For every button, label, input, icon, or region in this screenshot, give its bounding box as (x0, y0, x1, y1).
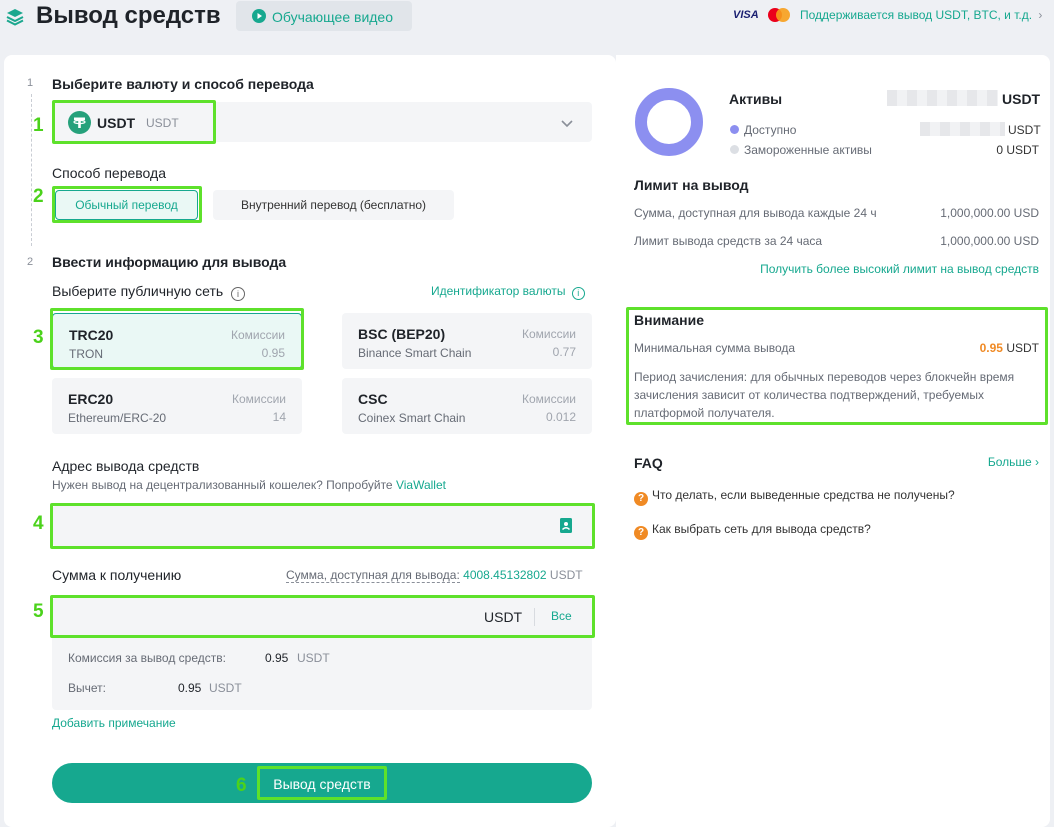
limits-title: Лимит на вывод (634, 177, 749, 193)
step-connector-line (31, 94, 32, 246)
chevron-right-icon: › (1035, 455, 1039, 469)
highlight-currency (52, 100, 216, 144)
available-dot (730, 125, 739, 134)
network-sub: Coinex Smart Chain (358, 411, 466, 425)
question-icon: ? (634, 526, 648, 540)
info-icon: i (231, 287, 246, 301)
annotation-2: 2 (33, 186, 44, 207)
network-name: ERC20 (68, 391, 114, 407)
network-option-erc20[interactable]: ERC20 Ethereum/ERC-20 Комиссии 14 (52, 378, 302, 434)
visa-icon: VISA (733, 9, 759, 21)
network-fee-value: 14 (272, 410, 286, 424)
highlight-normal-transfer (52, 186, 202, 223)
logo-icon (6, 8, 24, 26)
limit-row-2-value: 1,000,000.00 USD (940, 234, 1039, 248)
add-note-link[interactable]: Добавить примечание (52, 716, 176, 730)
highlight-amount (50, 595, 595, 638)
available-balance: Сумма, доступная для вывода: 4008.451328… (286, 568, 583, 583)
annotation-1: 1 (33, 115, 44, 136)
mastercard-icon (766, 7, 792, 23)
chevron-down-icon (560, 116, 574, 134)
question-icon: ? (634, 492, 648, 506)
fee-summary: Комиссия за вывод средств: 0.95 USDT Выч… (52, 638, 592, 710)
supported-currencies-text: Поддерживается вывод USDT, BTC, и т.д. (800, 8, 1033, 22)
currency-id-text: Идентификатор валюты (431, 284, 566, 298)
deduction-value: 0.95 (178, 681, 202, 695)
fee-value: 0.95 (265, 651, 289, 665)
address-label: Адрес вывода средств (52, 458, 200, 474)
limit-row-2-label: Лимит вывода средств за 24 часа (634, 234, 823, 248)
supported-currencies-link[interactable]: Поддерживается вывод USDT, BTC, и т.д. › (800, 8, 1042, 22)
assets-unit: USDT (1002, 91, 1041, 107)
raise-limit-link[interactable]: Получить более высокий лимит на вывод ср… (700, 262, 1039, 276)
assets-donut (634, 87, 704, 157)
play-icon (252, 9, 266, 23)
network-name: BSC (BEP20) (358, 326, 446, 342)
step-1-title: Выберите валюту и способ перевода (52, 76, 314, 92)
network-label: Выберите публичную сеть i (52, 283, 246, 301)
viawallet-link[interactable]: ViaWallet (396, 478, 446, 492)
assets-total-value (887, 90, 998, 106)
faq-question-1: Что делать, если выведенные средства не … (652, 488, 955, 502)
faq-question-2: Как выбрать сеть для вывода средств? (652, 522, 871, 536)
internal-transfer-label: Внутренний перевод (бесплатно) (240, 198, 427, 212)
tutorial-video-label: Обучающее видео (272, 9, 394, 25)
available-value[interactable]: 4008.45132802 (463, 568, 546, 582)
assets-available-value (920, 122, 1005, 136)
deduction-unit: USDT (209, 681, 242, 695)
transfer-method-label: Способ перевода (52, 165, 166, 181)
network-name: CSC (358, 391, 388, 407)
highlight-notice (626, 307, 1048, 425)
assets-available-unit: USDT (1008, 123, 1041, 137)
frozen-dot (730, 145, 739, 154)
chevron-right-icon: › (1038, 8, 1043, 22)
step-1-number: 1 (27, 77, 34, 89)
faq-item-1[interactable]: ? Что делать, если выведенные средства не… (634, 488, 955, 506)
internal-transfer-button[interactable]: Внутренний перевод (бесплатно) (213, 190, 454, 220)
available-label: Сумма, доступная для вывода: (286, 568, 460, 583)
step-2-number: 2 (27, 256, 34, 268)
faq-more-text: Больше (987, 455, 1032, 469)
page-title: Вывод средств (36, 2, 221, 29)
annotation-5: 5 (33, 601, 44, 622)
info-card (616, 55, 1050, 827)
step-2-title: Ввести информацию для вывода (52, 254, 287, 270)
network-label-text: Выберите публичную сеть (52, 283, 224, 299)
network-option-bsc[interactable]: BSC (BEP20) Binance Smart Chain Комиссии… (342, 313, 592, 369)
network-fee-label: Комиссии (231, 392, 286, 406)
faq-more-link[interactable]: Больше › (980, 455, 1039, 469)
annotation-6: 6 (236, 775, 247, 796)
highlight-submit (257, 766, 387, 800)
amount-label: Сумма к получению (52, 567, 182, 583)
limit-row-1-label: Сумма, доступная для вывода каждые 24 ч (634, 206, 877, 220)
network-fee-label: Комиссии (521, 327, 576, 341)
fee-unit: USDT (297, 651, 330, 665)
network-sub: Binance Smart Chain (358, 346, 472, 360)
network-fee-value: 0.012 (545, 410, 576, 424)
highlight-trc20 (50, 308, 304, 370)
assets-available-label: Доступно (744, 123, 797, 137)
assets-frozen-value: 0 USDT (996, 143, 1039, 157)
faq-item-2[interactable]: ? Как выбрать сеть для вывода средств? (634, 522, 871, 540)
network-fee-value: 0.77 (552, 345, 576, 359)
fee-label: Комиссия за вывод средств: (68, 651, 226, 665)
network-fee-label: Комиссии (521, 392, 576, 406)
deduction-label: Вычет: (68, 681, 106, 695)
available-unit: USDT (549, 568, 583, 582)
annotation-4: 4 (33, 513, 44, 534)
limit-row-1-value: 1,000,000.00 USD (940, 206, 1039, 220)
faq-title: FAQ (634, 455, 663, 471)
highlight-address (50, 503, 595, 549)
currency-id-link[interactable]: Идентификатор валюты i (431, 284, 585, 300)
address-hint: Нужен вывод на децентрализованный кошеле… (52, 478, 446, 492)
tutorial-video-button[interactable]: Обучающее видео (236, 1, 412, 31)
assets-title: Активы (729, 91, 783, 107)
annotation-3: 3 (33, 327, 44, 348)
assets-frozen-label: Замороженные активы (744, 143, 872, 157)
network-sub: Ethereum/ERC-20 (68, 411, 167, 425)
network-option-csc[interactable]: CSC Coinex Smart Chain Комиссии 0.012 (342, 378, 592, 434)
address-hint-text: Нужен вывод на децентрализованный кошеле… (52, 478, 393, 492)
info-icon: i (571, 287, 585, 300)
